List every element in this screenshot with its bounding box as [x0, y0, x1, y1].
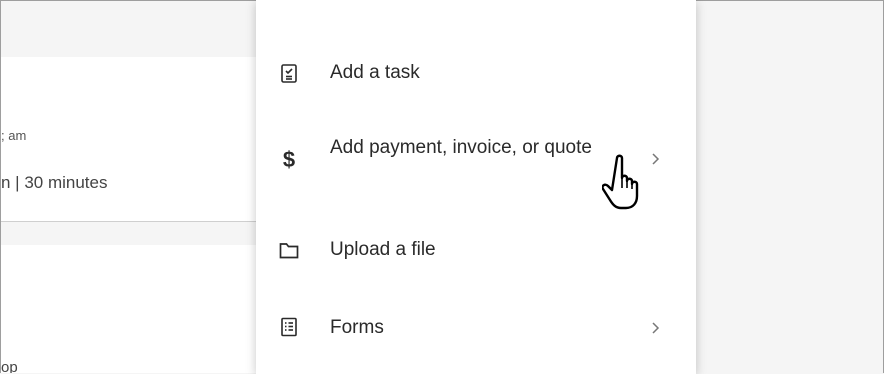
folder-icon [278, 239, 300, 261]
appointment-text: op [1, 359, 18, 373]
appointment-list: ; am n | 30 minutes op [1, 1, 257, 373]
menu-item-label: Upload a file [330, 239, 436, 260]
menu-item-forms[interactable]: Forms [256, 304, 696, 352]
appointment-card[interactable]: op [1, 245, 257, 373]
appointment-time: ; am [1, 128, 27, 143]
menu-item-label: Add a task [330, 62, 420, 83]
forms-icon [278, 316, 300, 338]
menu-item-label: Forms [330, 317, 384, 338]
menu-item-label: Add payment, invoice, or quote [330, 137, 592, 158]
menu-item-upload-file[interactable]: Upload a file [256, 226, 696, 274]
appointment-card[interactable]: ; am n | 30 minutes [1, 57, 257, 222]
appointment-duration: n | 30 minutes [1, 173, 108, 192]
menu-item-add-task[interactable]: Add a task [256, 50, 696, 98]
dollar-icon: $ [282, 147, 296, 172]
hand-pointer-cursor-icon [601, 152, 652, 214]
chevron-right-icon [648, 321, 662, 335]
right-panel [697, 1, 883, 373]
task-icon [278, 62, 300, 84]
